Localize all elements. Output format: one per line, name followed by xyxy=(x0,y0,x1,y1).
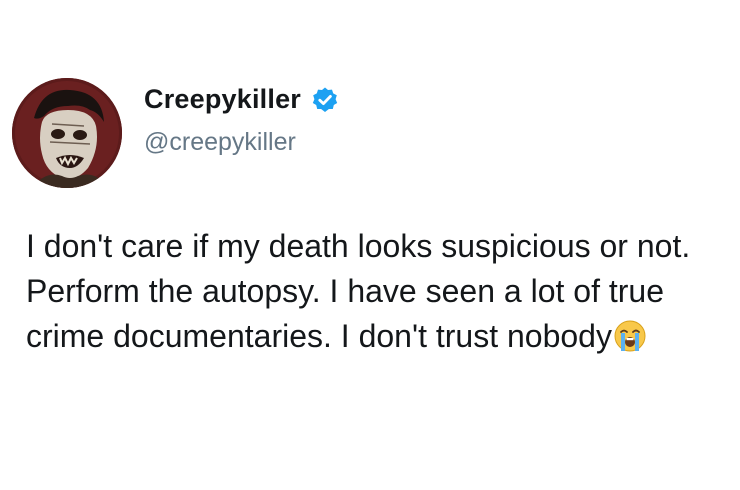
avatar-image xyxy=(12,78,122,188)
user-handle[interactable]: @creepykiller xyxy=(144,128,296,157)
avatar[interactable] xyxy=(12,78,122,188)
display-name[interactable]: Creepykiller xyxy=(144,84,301,115)
loudly-crying-face-icon xyxy=(613,319,647,353)
tweet-body: I don't care if my death looks suspiciou… xyxy=(26,228,691,354)
verified-badge-icon xyxy=(311,86,339,114)
tweet-text: I don't care if my death looks suspiciou… xyxy=(26,224,726,359)
tweet-card: Creepykiller @creepykiller I don't care … xyxy=(0,0,740,490)
name-row: Creepykiller xyxy=(144,84,339,115)
